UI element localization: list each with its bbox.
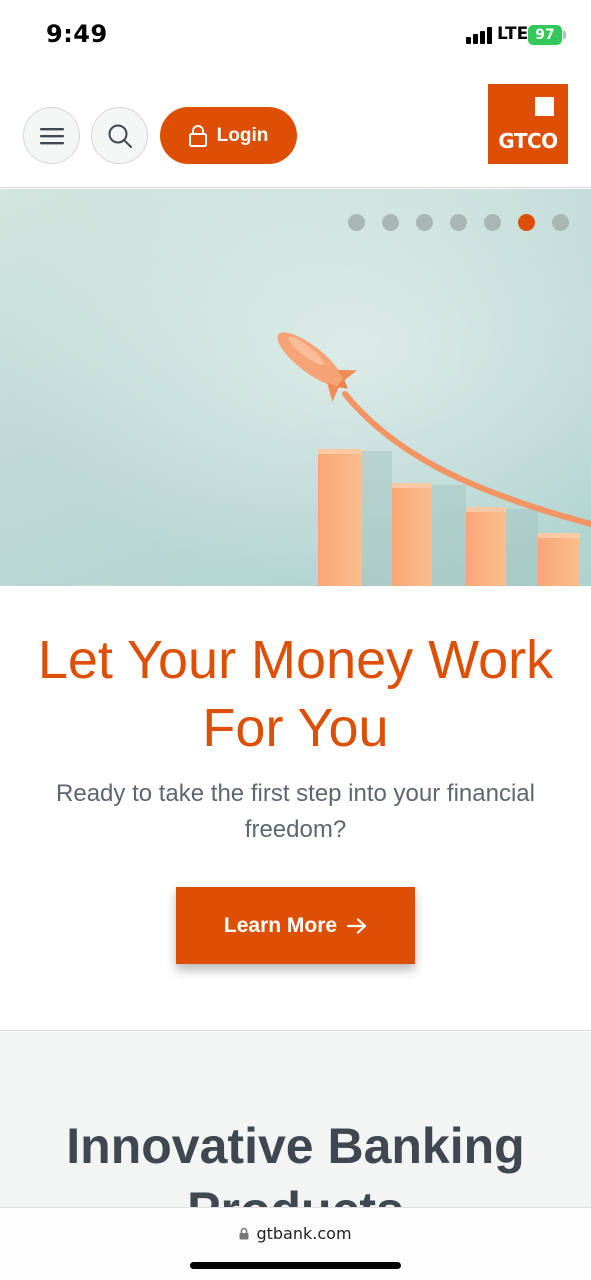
learn-more-button[interactable]: Learn More — [176, 887, 415, 964]
rocket-growth-illustration — [0, 189, 591, 586]
hero-carousel[interactable] — [0, 189, 591, 586]
products-section: Innovative Banking Products — [0, 1032, 591, 1207]
search-icon — [108, 124, 132, 148]
carousel-indicators — [348, 214, 569, 231]
hero-headline: Let Your Money Work For You — [37, 630, 554, 758]
login-button[interactable]: Login — [160, 107, 297, 164]
site-header: Login GTCO — [0, 70, 591, 188]
lock-icon — [188, 124, 207, 147]
status-time: 9:49 — [46, 20, 108, 48]
carousel-dot-7[interactable] — [552, 214, 569, 231]
status-bar: 9:49 LTE 97 — [0, 0, 591, 70]
learn-more-label: Learn More — [223, 913, 338, 937]
search-button[interactable] — [91, 107, 148, 164]
network-type: LTE — [497, 24, 529, 44]
lock-icon — [239, 1227, 249, 1240]
browser-address-bar[interactable]: gtbank.com — [0, 1207, 591, 1280]
logo-text: GTCO — [498, 129, 558, 153]
gtco-logo[interactable]: GTCO — [488, 84, 568, 164]
menu-button[interactable] — [23, 107, 80, 164]
carousel-dot-4[interactable] — [450, 214, 467, 231]
logo-square — [535, 97, 554, 116]
url-text: gtbank.com — [256, 1224, 352, 1243]
carousel-dot-3[interactable] — [416, 214, 433, 231]
carousel-dot-2[interactable] — [382, 214, 399, 231]
url-display[interactable]: gtbank.com — [0, 1224, 591, 1243]
hero-subtext: Ready to take the first step into your f… — [56, 780, 535, 843]
arrow-right-icon — [347, 917, 367, 934]
promo-section: Let Your Money Work For You Ready to tak… — [0, 586, 591, 1031]
carousel-dot-1[interactable] — [348, 214, 365, 231]
battery-icon: 97 — [528, 25, 562, 45]
home-indicator[interactable] — [190, 1262, 401, 1269]
products-title: Innovative Banking Products — [66, 1118, 525, 1207]
hamburger-menu-icon — [39, 127, 64, 144]
cellular-signal-icon — [466, 27, 494, 44]
carousel-dot-6[interactable] — [518, 214, 535, 231]
login-label: Login — [216, 124, 269, 146]
battery-tip — [563, 31, 566, 39]
carousel-dot-5[interactable] — [484, 214, 501, 231]
